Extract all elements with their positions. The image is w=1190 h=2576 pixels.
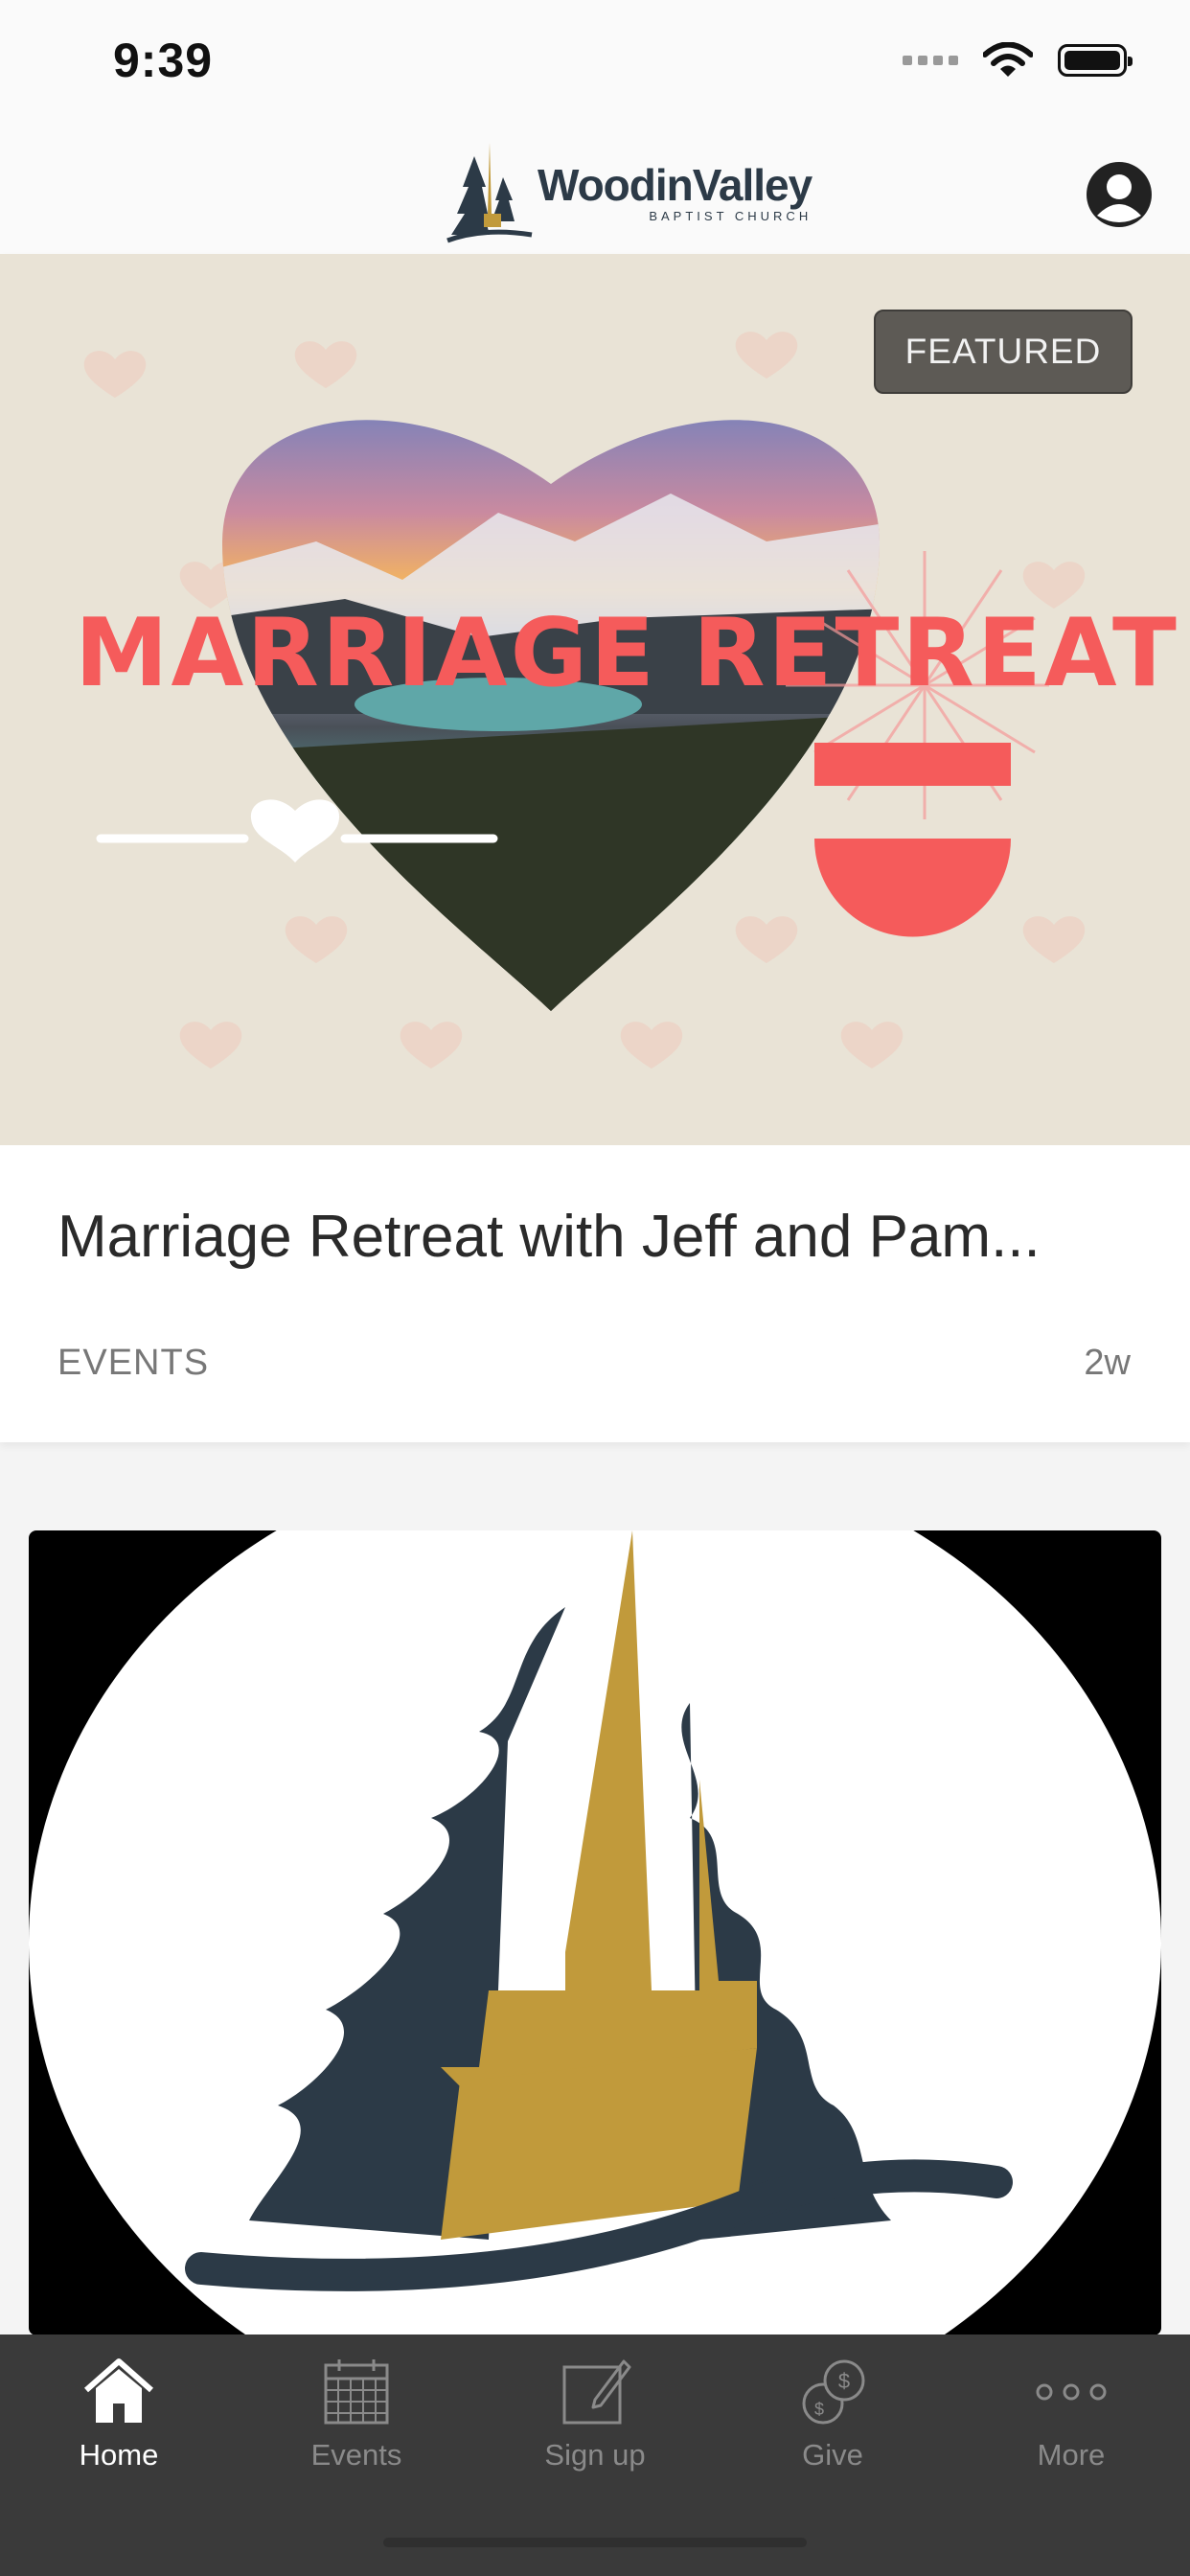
tab-label-events: Events (310, 2438, 402, 2472)
tab-label-sign-up: Sign up (544, 2438, 646, 2472)
wifi-icon (983, 42, 1033, 77)
edit-icon (562, 2359, 631, 2425)
battery-icon (1058, 44, 1133, 77)
logo-tree-icon (446, 143, 533, 243)
calendar-icon (324, 2359, 389, 2425)
svg-text:$: $ (838, 2369, 850, 2393)
tab-label-more: More (1037, 2438, 1106, 2472)
tab-give[interactable]: $ $ Give (714, 2334, 951, 2497)
hero-title-text: MARRIAGE RETREAT (75, 599, 1179, 708)
tab-sign-up[interactable]: Sign up (476, 2334, 714, 2497)
profile-icon[interactable] (1085, 160, 1154, 229)
tab-more[interactable]: More (952, 2334, 1190, 2497)
featured-post-card[interactable]: MARRIAGE RETREAT FEATURED Marriage Retre… (0, 254, 1190, 1442)
church-logo[interactable]: WoodinValley BAPTIST CHURCH (446, 139, 812, 244)
logo-subtitle: BAPTIST CHURCH (649, 209, 812, 223)
post-age: 2w (1084, 1343, 1131, 1383)
more-icon (1036, 2383, 1107, 2401)
tab-label-give: Give (802, 2438, 863, 2472)
home-indicator (383, 2538, 807, 2547)
church-logo-artwork (29, 1530, 1161, 2335)
status-bar: 9:39 (0, 0, 1190, 129)
signal-icon (903, 56, 958, 65)
post-title[interactable]: Marriage Retreat with Jeff and Pam... (57, 1203, 1041, 1271)
logo-wordmark: WoodinValley (538, 160, 812, 210)
tab-label-home: Home (79, 2438, 159, 2472)
status-time: 9:39 (113, 34, 214, 87)
status-icons (903, 42, 1133, 79)
tab-events[interactable]: Events (238, 2334, 475, 2497)
post-card-logo-image[interactable] (29, 1530, 1161, 2335)
coins-icon: $ $ (802, 2359, 865, 2425)
post-category: EVENTS (57, 1343, 210, 1383)
svg-text:$: $ (814, 2400, 824, 2419)
tab-home[interactable]: Home (0, 2334, 238, 2497)
app-header: WoodinValley BAPTIST CHURCH (0, 129, 1190, 254)
featured-image[interactable]: MARRIAGE RETREAT FEATURED (0, 254, 1190, 1145)
featured-badge: FEATURED (874, 310, 1133, 394)
home-icon (84, 2358, 153, 2423)
